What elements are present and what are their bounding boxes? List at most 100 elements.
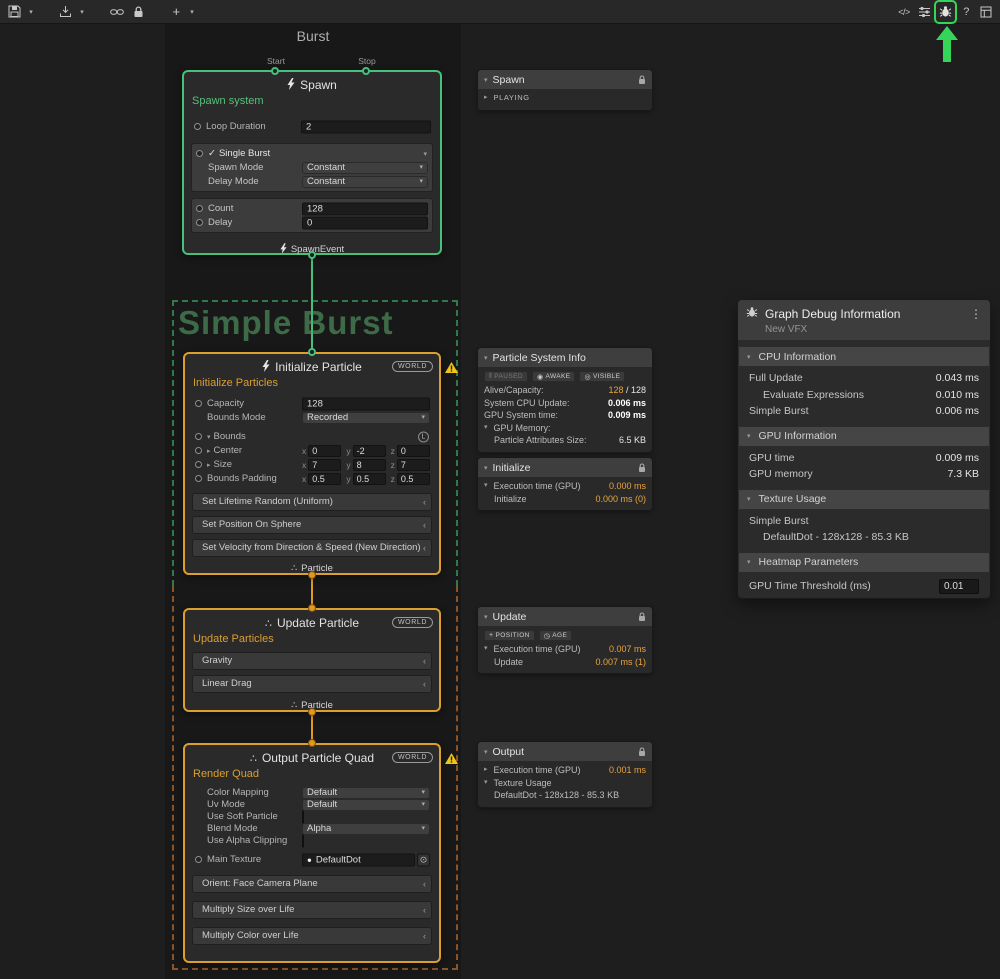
center-port[interactable] (195, 447, 202, 454)
foldout-open-icon[interactable]: ▾ (484, 354, 488, 362)
lock-icon[interactable] (638, 747, 646, 757)
foldout-open-icon[interactable]: ▾ (484, 480, 488, 493)
save-icon[interactable] (6, 3, 23, 21)
spawn-mode-dropdown[interactable]: Constant▾ (302, 162, 428, 174)
initialize-output-port[interactable] (308, 571, 316, 579)
main-texture-object-field[interactable]: ● DefaultDot (302, 853, 415, 866)
link-icon[interactable] (108, 3, 126, 21)
capacity-field[interactable]: 128 (302, 397, 430, 410)
collapse-chevron-icon[interactable]: ‹ (423, 676, 426, 692)
foldout-open-icon[interactable]: ▾ (484, 613, 488, 621)
foldout-open-icon[interactable]: ▾ (484, 464, 488, 472)
update-context-node[interactable]: ∴ Update Particle WORLD Update Particles… (183, 608, 441, 712)
padding-x-field[interactable]: 0.5 (308, 473, 341, 485)
lock-icon[interactable] (638, 75, 646, 85)
delay-port[interactable] (196, 219, 203, 226)
center-x-field[interactable]: 0 (308, 445, 341, 457)
initialize-node-title[interactable]: Initialize Particle WORLD (185, 360, 439, 374)
color-mapping-dropdown[interactable]: Default▾ (302, 787, 430, 799)
local-space-toggle[interactable]: L (418, 431, 429, 442)
block-multiply-color[interactable]: Multiply Color over Life‹ (192, 927, 432, 945)
foldout-closed-icon[interactable]: ▸ (207, 447, 211, 455)
output-node-title[interactable]: ∴ Output Particle Quad WORLD (185, 751, 439, 765)
single-burst-header[interactable]: ✓ Single Burst ▾ (192, 147, 432, 160)
count-field[interactable]: 128 (302, 202, 428, 215)
bounds-padding-port[interactable] (195, 475, 202, 482)
block-set-lifetime[interactable]: Set Lifetime Random (Uniform)‹ (192, 493, 432, 511)
foldout-open-icon[interactable]: ▾ (484, 422, 488, 435)
output-context-node[interactable]: ∴ Output Particle Quad WORLD Render Quad… (183, 743, 441, 963)
graph-canvas[interactable]: Burst Simple Burst Start Stop Spawn Spaw… (0, 24, 1000, 979)
foldout-closed-icon[interactable]: ▸ (484, 92, 488, 105)
foldout-open-icon[interactable]: ▾ (484, 748, 488, 756)
code-icon[interactable]: </> (896, 3, 912, 21)
update-node-title[interactable]: ∴ Update Particle WORLD (185, 616, 439, 630)
foldout-open-icon[interactable]: ▾ (484, 76, 488, 84)
lock-icon[interactable] (130, 3, 146, 21)
size-y-field[interactable]: 8 (353, 459, 386, 471)
block-set-velocity[interactable]: Set Velocity from Direction & Speed (New… (192, 539, 432, 557)
padding-z-field[interactable]: 0.5 (397, 473, 430, 485)
collapse-chevron-icon[interactable]: ‹ (423, 540, 426, 556)
start-flow-port[interactable] (271, 67, 279, 75)
use-soft-particle-checkbox[interactable] (302, 810, 304, 823)
compile-dropdown-icon[interactable]: ▾ (78, 3, 86, 21)
delay-field[interactable]: 0 (302, 216, 428, 229)
delay-mode-dropdown[interactable]: Constant▾ (302, 176, 428, 188)
compile-icon[interactable] (57, 3, 74, 21)
collapse-chevron-icon[interactable]: ‹ (423, 876, 426, 892)
warning-icon[interactable] (445, 360, 458, 378)
block-linear-drag[interactable]: Linear Drag‹ (192, 675, 432, 693)
add-icon[interactable]: + (168, 3, 184, 21)
kebab-menu-icon[interactable]: ⋮ (970, 307, 982, 321)
chevron-down-icon[interactable]: ▾ (423, 150, 427, 158)
collapse-chevron-icon[interactable]: ‹ (423, 653, 426, 669)
padding-y-field[interactable]: 0.5 (353, 473, 386, 485)
bounds-port[interactable] (195, 433, 202, 440)
initialize-context-node[interactable]: Initialize Particle WORLD Initialize Par… (183, 352, 441, 575)
world-badge[interactable]: WORLD (392, 752, 433, 763)
foldout-closed-icon[interactable]: ▸ (207, 461, 211, 469)
center-y-field[interactable]: -2 (353, 445, 386, 457)
size-z-field[interactable]: 7 (397, 459, 430, 471)
heatmap-parameters-section[interactable]: ▾ Heatmap Parameters (739, 553, 989, 572)
foldout-open-icon[interactable]: ▾ (207, 433, 211, 441)
size-x-field[interactable]: 7 (308, 459, 341, 471)
spawn-context-node[interactable]: Start Stop Spawn Spawn system Loop Durat… (182, 70, 442, 255)
foldout-open-icon[interactable]: ▾ (484, 777, 488, 790)
loop-duration-port[interactable] (194, 123, 201, 130)
help-icon[interactable]: ? (958, 3, 974, 21)
collapse-chevron-icon[interactable]: ‹ (423, 928, 426, 944)
update-output-port[interactable] (308, 708, 316, 716)
world-badge[interactable]: WORLD (392, 361, 433, 372)
size-port[interactable] (195, 461, 202, 468)
stop-flow-port[interactable] (362, 67, 370, 75)
cpu-information-section[interactable]: ▾ CPU Information (739, 347, 989, 366)
lock-icon[interactable] (638, 463, 646, 473)
spawn-output-port[interactable] (308, 251, 316, 259)
initialize-overlay-header[interactable]: ▾ Initialize (478, 458, 652, 477)
loop-duration-field[interactable]: 2 (301, 120, 431, 133)
compile-settings-icon[interactable] (916, 3, 933, 21)
collapse-chevron-icon[interactable]: ‹ (423, 902, 426, 918)
block-orient[interactable]: Orient: Face Camera Plane‹ (192, 875, 432, 893)
block-multiply-size[interactable]: Multiply Size over Life‹ (192, 901, 432, 919)
foldout-open-icon[interactable]: ▾ (747, 353, 751, 361)
output-overlay-header[interactable]: ▾ Output (478, 742, 652, 761)
foldout-closed-icon[interactable]: ▸ (484, 764, 488, 777)
uv-mode-dropdown[interactable]: Default▾ (302, 799, 430, 811)
object-picker-icon[interactable]: ⊙ (417, 853, 430, 866)
update-input-port[interactable] (308, 604, 316, 612)
bounds-mode-dropdown[interactable]: Recorded▾ (302, 412, 430, 424)
spawn-node-title[interactable]: Spawn (184, 78, 440, 92)
warning-icon[interactable] (445, 751, 458, 769)
foldout-open-icon[interactable]: ▾ (747, 495, 751, 503)
update-overlay-header[interactable]: ▾ Update (478, 607, 652, 626)
gpu-information-section[interactable]: ▾ GPU Information (739, 427, 989, 446)
capacity-port[interactable] (195, 400, 202, 407)
texture-usage-section[interactable]: ▾ Texture Usage (739, 490, 989, 509)
block-gravity[interactable]: Gravity‹ (192, 652, 432, 670)
collapse-chevron-icon[interactable]: ‹ (423, 494, 426, 510)
gpu-time-threshold-input[interactable] (939, 579, 979, 594)
lock-icon[interactable] (638, 612, 646, 622)
